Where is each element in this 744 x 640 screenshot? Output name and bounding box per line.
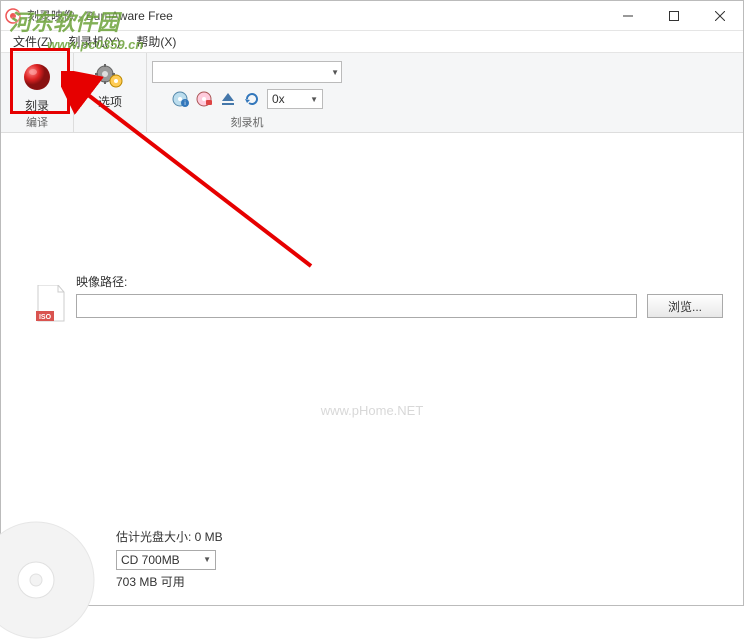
compile-group-label: 编译 bbox=[1, 114, 73, 130]
ribbon-toolbar: 刻录 编译 选项 bbox=[1, 53, 743, 133]
main-content: ISO 映像路径: 浏览... www.pHome.NET 估计光盘大小: 0 … bbox=[1, 133, 743, 605]
svg-text:i: i bbox=[184, 101, 185, 107]
options-button[interactable]: 选项 bbox=[88, 59, 132, 112]
minimize-button[interactable] bbox=[605, 1, 651, 31]
chevron-down-icon: ▼ bbox=[203, 554, 211, 565]
recorder-group-label: 刻录机 bbox=[147, 114, 347, 130]
ribbon-group-compile: 刻录 编译 bbox=[1, 53, 74, 132]
chevron-down-icon: ▼ bbox=[331, 68, 339, 77]
recorder-tools-row: i 0x ▼ bbox=[171, 89, 323, 109]
disc-size-estimate: 估计光盘大小: 0 MB bbox=[116, 529, 223, 546]
recorder-select[interactable]: ▼ bbox=[152, 61, 342, 83]
eject-icon[interactable] bbox=[219, 90, 237, 108]
disc-free-space: 703 MB 可用 bbox=[116, 574, 223, 591]
titlebar: 刻录映像 - BurnAware Free bbox=[1, 1, 743, 31]
speed-select[interactable]: 0x ▼ bbox=[267, 89, 323, 109]
disc-area: 估计光盘大小: 0 MB CD 700MB ▼ 703 MB 可用 bbox=[1, 515, 743, 605]
options-button-label: 选项 bbox=[98, 93, 122, 110]
disc-info: 估计光盘大小: 0 MB CD 700MB ▼ 703 MB 可用 bbox=[116, 529, 223, 591]
window-controls bbox=[605, 1, 743, 31]
chevron-down-icon: ▼ bbox=[310, 95, 318, 104]
svg-text:ISO: ISO bbox=[39, 314, 52, 321]
menu-file[interactable]: 文件(Z) bbox=[5, 31, 60, 52]
menu-recorder[interactable]: 刻录机(Y) bbox=[60, 31, 128, 52]
gear-icon bbox=[94, 61, 126, 93]
watermark-center: www.pHome.NET bbox=[321, 403, 424, 418]
erase-disc-icon[interactable] bbox=[195, 90, 213, 108]
iso-file-icon: ISO bbox=[36, 285, 66, 323]
browse-button-label: 浏览... bbox=[668, 298, 702, 315]
image-path-area: ISO 映像路径: 浏览... bbox=[76, 273, 723, 318]
image-path-input[interactable] bbox=[76, 294, 637, 318]
image-path-label: 映像路径: bbox=[76, 273, 723, 290]
disc-icon bbox=[0, 520, 96, 640]
burn-button[interactable]: 刻录 bbox=[13, 59, 61, 116]
app-icon bbox=[5, 8, 21, 24]
speed-value: 0x bbox=[272, 92, 285, 106]
disc-type-value: CD 700MB bbox=[121, 552, 180, 569]
browse-button[interactable]: 浏览... bbox=[647, 294, 723, 318]
burn-button-label: 刻录 bbox=[25, 97, 49, 114]
window-title: 刻录映像 - BurnAware Free bbox=[27, 7, 173, 24]
refresh-icon[interactable] bbox=[243, 90, 261, 108]
disc-info-icon[interactable]: i bbox=[171, 90, 189, 108]
disc-type-select[interactable]: CD 700MB ▼ bbox=[116, 550, 216, 570]
menu-help[interactable]: 帮助(X) bbox=[128, 31, 184, 52]
ribbon-group-options: 选项 bbox=[74, 53, 147, 132]
maximize-button[interactable] bbox=[651, 1, 697, 31]
close-button[interactable] bbox=[697, 1, 743, 31]
burn-icon bbox=[21, 61, 53, 93]
menubar: 文件(Z) 刻录机(Y) 帮助(X) bbox=[1, 31, 743, 53]
ribbon-group-recorder: ▼ i 0x ▼ 刻录机 bbox=[147, 53, 347, 132]
